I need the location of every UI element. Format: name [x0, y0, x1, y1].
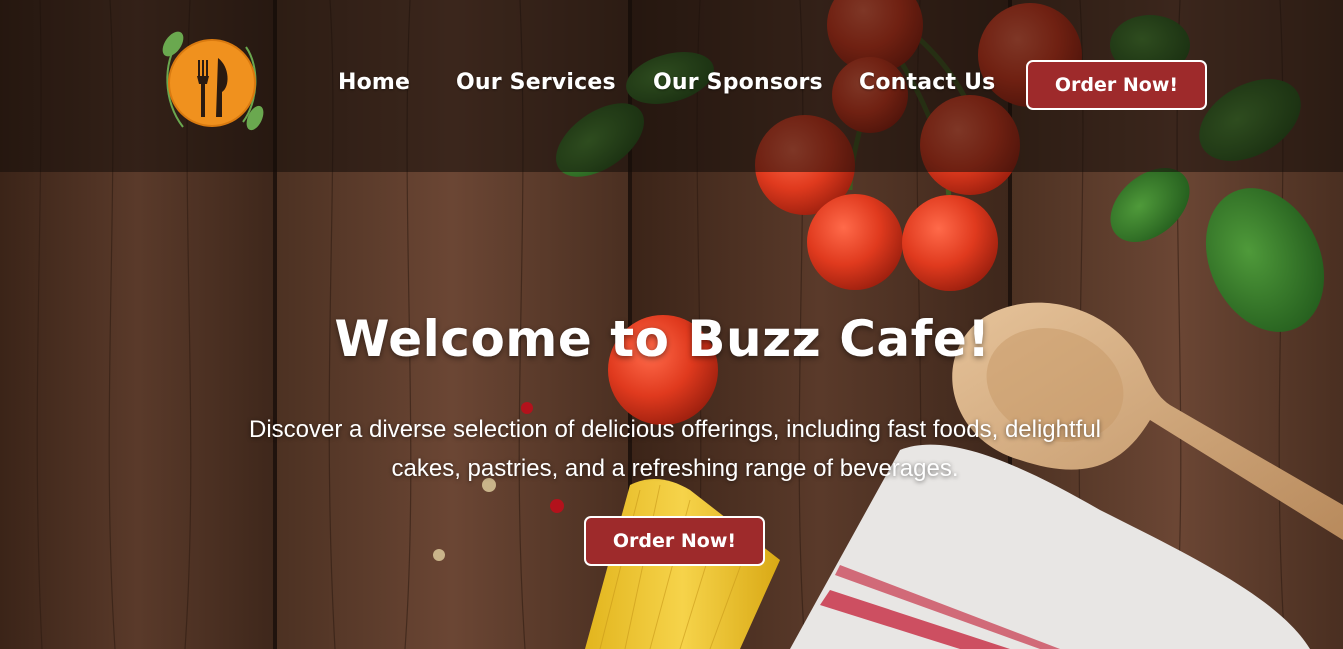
hero-title: Welcome to Buzz Cafe! — [0, 310, 1343, 368]
nav-sponsors-link[interactable]: Our Sponsors — [653, 70, 823, 95]
nav-home-link[interactable]: Home — [338, 70, 410, 95]
hero-order-now-button[interactable]: Order Now! — [584, 516, 765, 566]
nav-contact-link[interactable]: Contact Us — [859, 70, 995, 95]
nav-services-link[interactable]: Our Services — [456, 70, 616, 95]
hero-title-text: Welcome to Buzz Cafe! — [334, 310, 991, 368]
hero-description: Discover a diverse selection of deliciou… — [248, 416, 1102, 482]
nav-order-now-button[interactable]: Order Now! — [1026, 60, 1207, 110]
hero-section: Home Our Services Our Sponsors Contact U… — [0, 0, 1343, 649]
